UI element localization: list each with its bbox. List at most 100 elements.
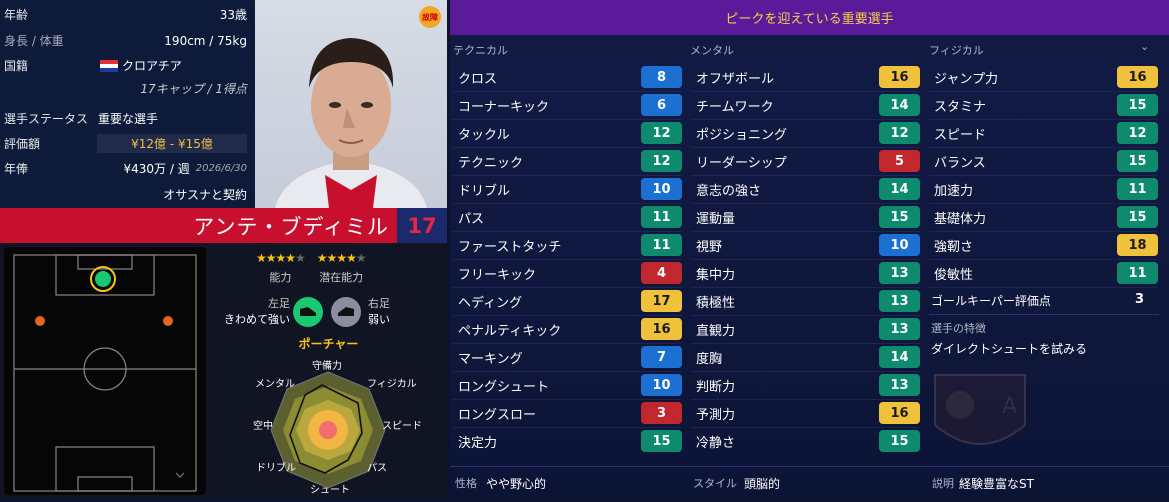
- mental-attribute-row[interactable]: リーダーシップ: [696, 150, 879, 172]
- description-value: 経験豊富なST: [959, 476, 1034, 491]
- attribute-value-badge: 16: [1117, 66, 1158, 88]
- attribute-name: 冷静さ: [696, 435, 736, 451]
- attribute-name: 意志の強さ: [696, 183, 762, 199]
- contract-club[interactable]: オサスナと契約: [163, 186, 247, 203]
- attribute-name: ロングシュート: [458, 379, 550, 395]
- mental-attribute-row[interactable]: 直観力: [696, 318, 879, 340]
- row-divider: [453, 287, 682, 288]
- wage-value: ¥430万 / 週: [123, 162, 190, 176]
- mental-attribute-row[interactable]: 視野: [696, 234, 879, 256]
- technical-attribute-row[interactable]: 決定力: [458, 430, 641, 452]
- technical-header: テクニカル: [453, 44, 508, 57]
- physical-attribute-row[interactable]: 基礎体力: [934, 206, 1117, 228]
- row-divider: [929, 175, 1158, 176]
- physical-attribute-row[interactable]: 加速力: [934, 178, 1117, 200]
- attribute-name: 度胸: [696, 351, 723, 367]
- row-divider: [453, 119, 682, 120]
- nationality-row[interactable]: 国籍 クロアチア: [4, 57, 247, 74]
- radar-label-bottom: シュート: [310, 485, 350, 496]
- pitch-diagram: [13, 254, 197, 492]
- technical-attribute-row[interactable]: タックル: [458, 122, 641, 144]
- mental-attribute-row[interactable]: オフザボール: [696, 66, 879, 88]
- technical-attribute-row[interactable]: テクニック: [458, 150, 641, 172]
- attribute-name: テクニック: [458, 155, 524, 171]
- attribute-name: 視野: [696, 239, 723, 255]
- value-amount: ¥12億 - ¥15億: [97, 134, 247, 153]
- mental-attribute-row[interactable]: 積極性: [696, 290, 879, 312]
- technical-attribute-row[interactable]: コーナーキック: [458, 94, 641, 116]
- technical-attribute-row[interactable]: ヘディング: [458, 290, 641, 312]
- technical-attribute-row[interactable]: マーキング: [458, 346, 641, 368]
- physical-attribute-row[interactable]: 強靭さ: [934, 234, 1117, 256]
- row-divider: [691, 315, 920, 316]
- mental-attribute-row[interactable]: 判断力: [696, 374, 879, 396]
- technical-attribute-row[interactable]: ロングシュート: [458, 374, 641, 396]
- ability-label: 能力: [269, 271, 292, 284]
- physical-attribute-row[interactable]: 俊敏性: [934, 262, 1117, 284]
- technical-attribute-row[interactable]: ペナルティキック: [458, 318, 641, 340]
- row-divider: [929, 91, 1158, 92]
- injury-badge[interactable]: 故障: [419, 6, 441, 28]
- attribute-value-badge: 12: [641, 150, 682, 172]
- ability-stars-icon: ★★★★★: [256, 251, 306, 265]
- row-divider: [453, 175, 682, 176]
- bottom-info-bar: 性格 やや野心的 スタイル 頭脳的 説明 経験豊富なST: [450, 468, 1169, 498]
- attribute-name: タックル: [458, 127, 510, 143]
- wage-row: 年俸 ¥430万 / 週 2026/6/30: [4, 160, 247, 177]
- attribute-value-badge: 14: [879, 178, 920, 200]
- technical-attribute-row[interactable]: フリーキック: [458, 262, 641, 284]
- technical-attribute-row[interactable]: パス: [458, 206, 641, 228]
- player-role: ポーチャー: [298, 337, 359, 351]
- value-row: 評価額 ¥12億 - ¥15億: [4, 134, 247, 153]
- mental-attribute-row[interactable]: 集中力: [696, 262, 879, 284]
- attribute-value-badge: 10: [879, 234, 920, 256]
- attribute-value-badge: 10: [641, 178, 682, 200]
- attribute-value-badge: 8: [641, 66, 682, 88]
- mental-attribute-row[interactable]: 運動量: [696, 206, 879, 228]
- technical-attribute-row[interactable]: ファーストタッチ: [458, 234, 641, 256]
- attribute-name: コーナーキック: [458, 99, 550, 115]
- attribute-name: ドリブル: [458, 183, 511, 199]
- mental-attribute-row[interactable]: 度胸: [696, 346, 879, 368]
- attribute-value-badge: 10: [641, 374, 682, 396]
- mental-attribute-row[interactable]: チームワーク: [696, 94, 879, 116]
- row-divider: [691, 91, 920, 92]
- row-divider: [691, 371, 920, 372]
- player-summary: ★★★★★ 能力 ★★★★★ 潜在能力 左足 きわめて強い 右足 弱い ポーチャ…: [210, 247, 447, 498]
- physical-attribute-row[interactable]: ジャンプ力: [934, 66, 1117, 88]
- mental-attribute-row[interactable]: 予測力: [696, 402, 879, 424]
- row-divider: [453, 203, 682, 204]
- row-divider: [691, 175, 920, 176]
- physical-attribute-row[interactable]: バランス: [934, 150, 1117, 172]
- radar-label-bottom-left: ドリブル: [256, 463, 296, 474]
- ability-rating: ★★★★★ 能力: [256, 251, 306, 285]
- technical-attribute-row[interactable]: ドリブル: [458, 178, 641, 200]
- hw-label: 身長 / 体重: [4, 34, 64, 48]
- player-info-box: 年齢 33歳 身長 / 体重 190cm / 75kg 国籍 クロアチア 17キャップ…: [0, 0, 255, 208]
- physical-attribute-row[interactable]: スピード: [934, 122, 1117, 144]
- technical-attribute-row[interactable]: ロングスロー: [458, 402, 641, 424]
- player-portrait-icon: [275, 38, 427, 208]
- divider: [450, 466, 1169, 467]
- traits-value[interactable]: ダイレクトシュートを試みる: [931, 340, 1087, 357]
- position-pitch[interactable]: [4, 247, 206, 495]
- chevron-down-icon[interactable]: ⌄: [1140, 40, 1149, 53]
- attribute-value-badge: 17: [641, 290, 682, 312]
- mental-attribute-row[interactable]: 意志の強さ: [696, 178, 879, 200]
- physical-attribute-row[interactable]: スタミナ: [934, 94, 1117, 116]
- attribute-name: クロス: [458, 71, 498, 87]
- right-foot-value: 弱い: [368, 313, 390, 326]
- technical-attribute-row[interactable]: クロス: [458, 66, 641, 88]
- attribute-value-badge: 13: [879, 318, 920, 340]
- mental-attribute-row[interactable]: 冷静さ: [696, 430, 879, 452]
- row-divider: [691, 231, 920, 232]
- attribute-name: 集中力: [696, 267, 736, 283]
- position-left-marker: [35, 316, 45, 326]
- gk-rating-label: ゴールキーパー評価点: [931, 294, 1051, 308]
- radar-label-top-left: メンタル: [255, 379, 295, 390]
- attribute-value-badge: 16: [879, 66, 920, 88]
- mental-attribute-row[interactable]: ポジショニング: [696, 122, 879, 144]
- attribute-name: 予測力: [696, 407, 736, 423]
- traits-label: 選手の特徴: [931, 322, 986, 335]
- contract-row[interactable]: オサスナと契約: [4, 186, 247, 203]
